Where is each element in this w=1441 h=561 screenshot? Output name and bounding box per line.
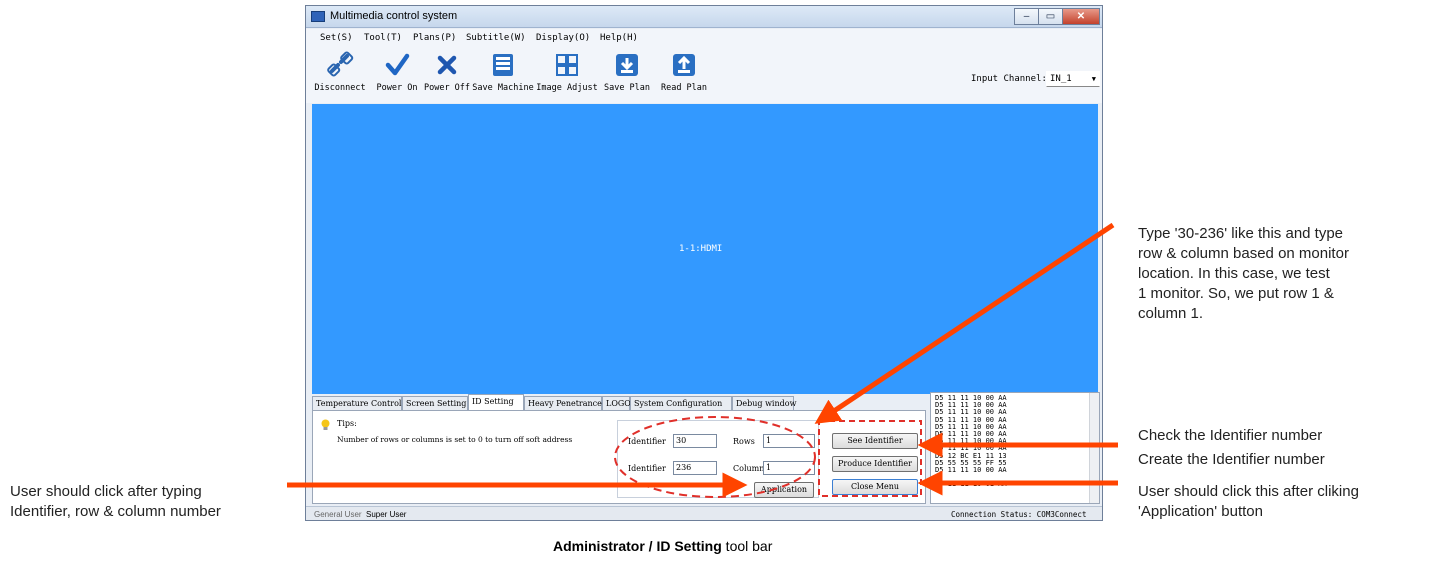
annotation-line: column 1. <box>1138 305 1204 322</box>
annotation-close-menu: User should click this after cliking 'Ap… <box>1138 482 1359 522</box>
annotation-check-identifier: Check the Identifier number <box>1138 427 1323 444</box>
caption-rest: tool bar <box>721 538 773 554</box>
annotation-line: 'Application' button <box>1138 503 1263 520</box>
buttons-highlight-box <box>818 420 922 497</box>
annotation-line: 1 monitor. So, we put row 1 & <box>1138 285 1334 302</box>
annotation-line: Identifier, row & column number <box>10 503 221 520</box>
annotation-left: User should click after typing Identifie… <box>10 482 221 522</box>
annotation-create-identifier: Create the Identifier number <box>1138 451 1325 468</box>
annotation-line: User should click after typing <box>10 483 202 500</box>
annotation-top-right: Type '30-236' like this and type row & c… <box>1138 224 1349 324</box>
caption-bold: Administrator / ID Setting <box>553 538 722 554</box>
annotation-line: User should click this after cliking <box>1138 483 1359 500</box>
figure-caption: Administrator / ID Setting tool bar <box>553 538 772 554</box>
annotation-line: location. In this case, we test <box>1138 265 1330 282</box>
annotation-line: row & column based on monitor <box>1138 245 1349 262</box>
arrow-to-identifier <box>814 222 1115 424</box>
annotation-line: Type '30-236' like this and type <box>1138 225 1344 242</box>
